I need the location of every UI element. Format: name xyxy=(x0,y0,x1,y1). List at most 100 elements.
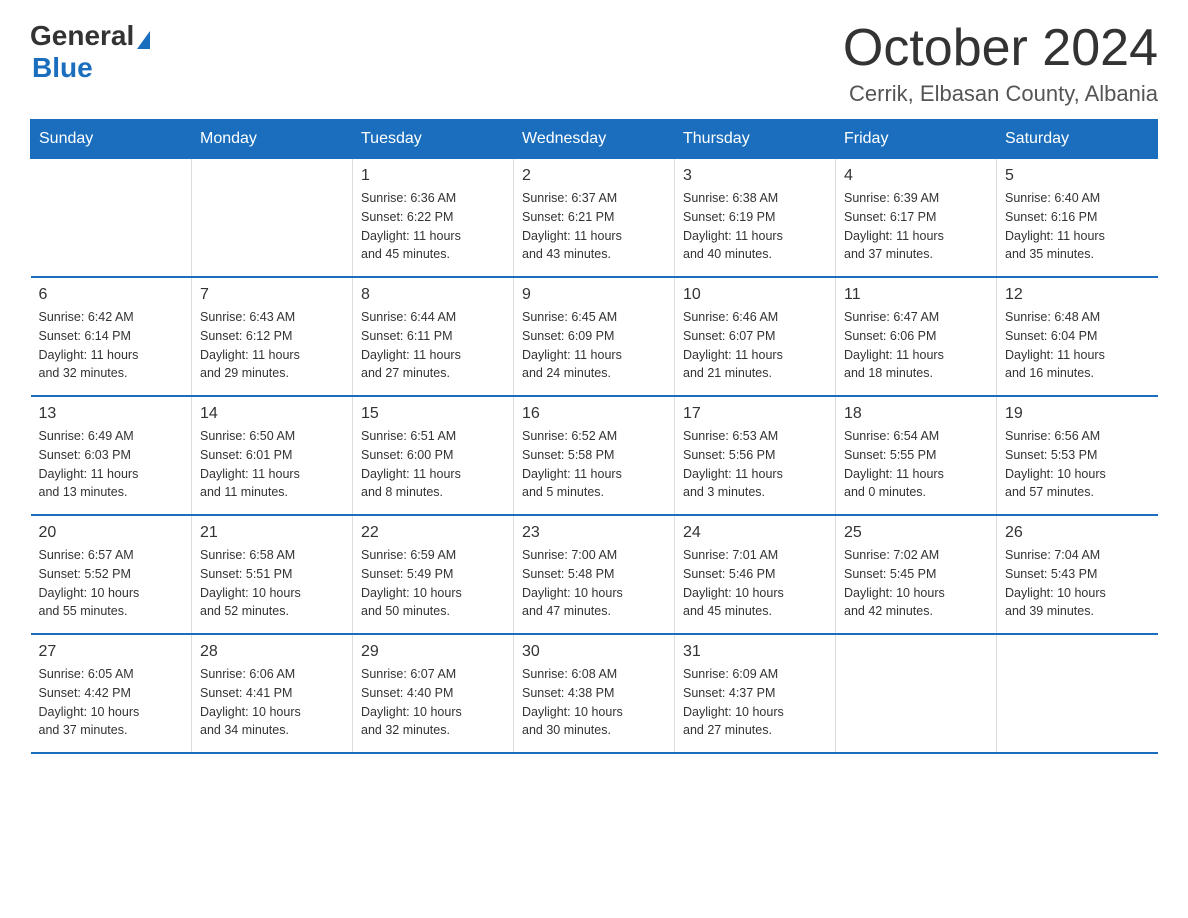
header-thursday: Thursday xyxy=(675,120,836,159)
day-info: Sunrise: 6:44 AMSunset: 6:11 PMDaylight:… xyxy=(361,308,505,383)
day-info: Sunrise: 7:02 AMSunset: 5:45 PMDaylight:… xyxy=(844,546,988,621)
logo: General Blue xyxy=(30,20,150,84)
calendar-cell: 16 Sunrise: 6:52 AMSunset: 5:58 PMDayligh… xyxy=(514,396,675,515)
day-number: 5 xyxy=(1005,167,1150,185)
logo-general-text: General xyxy=(30,20,134,52)
header-tuesday: Tuesday xyxy=(353,120,514,159)
day-number: 20 xyxy=(39,524,184,542)
day-number: 27 xyxy=(39,643,184,661)
day-number: 26 xyxy=(1005,524,1150,542)
calendar-header: SundayMondayTuesdayWednesdayThursdayFrid… xyxy=(31,120,1158,159)
calendar-cell: 28Sunrise: 6:06 AMSunset: 4:41 PMDayligh… xyxy=(192,634,353,753)
calendar-cell: 18Sunrise: 6:54 AMSunset: 5:55 PMDayligh… xyxy=(836,396,997,515)
day-info: Sunrise: 7:00 AMSunset: 5:48 PMDaylight:… xyxy=(522,546,666,621)
week-row-5: 27 Sunrise: 6:05 AMSunset: 4:42 PMDayligh… xyxy=(31,634,1158,753)
week-row-4: 20 Sunrise: 6:57 AMSunset: 5:52 PMDayligh… xyxy=(31,515,1158,634)
day-number: 25 xyxy=(844,524,988,542)
calendar-cell: 22 Sunrise: 6:59 AMSunset: 5:49 PMDayligh… xyxy=(353,515,514,634)
logo-blue-text: Blue xyxy=(32,52,93,84)
calendar-cell: 15 Sunrise: 6:51 AMSunset: 6:00 PMDayligh… xyxy=(353,396,514,515)
day-info: Sunrise: 6:45 AMSunset: 6:09 PMDaylight:… xyxy=(522,308,666,383)
calendar-cell: 4 Sunrise: 6:39 AMSunset: 6:17 PMDaylight… xyxy=(836,159,997,278)
day-info: Sunrise: 7:04 AMSunset: 5:43 PMDaylight:… xyxy=(1005,546,1150,621)
day-info: Sunrise: 6:46 AMSunset: 6:07 PMDaylight:… xyxy=(683,308,827,383)
calendar-cell xyxy=(31,159,192,278)
calendar-cell: 29 Sunrise: 6:07 AMSunset: 4:40 PMDayligh… xyxy=(353,634,514,753)
day-info: Sunrise: 6:49 AMSunset: 6:03 PMDaylight:… xyxy=(39,427,184,502)
days-of-week-row: SundayMondayTuesdayWednesdayThursdayFrid… xyxy=(31,120,1158,159)
logo-triangle-icon xyxy=(137,31,150,49)
day-number: 23 xyxy=(522,524,666,542)
calendar-cell: 12 Sunrise: 6:48 AMSunset: 6:04 PMDayligh… xyxy=(997,277,1158,396)
day-number: 12 xyxy=(1005,286,1150,304)
calendar-cell: 2Sunrise: 6:37 AMSunset: 6:21 PMDaylight… xyxy=(514,159,675,278)
calendar-cell: 10 Sunrise: 6:46 AMSunset: 6:07 PMDayligh… xyxy=(675,277,836,396)
calendar-cell: 5 Sunrise: 6:40 AMSunset: 6:16 PMDaylight… xyxy=(997,159,1158,278)
day-info: Sunrise: 6:40 AMSunset: 6:16 PMDaylight:… xyxy=(1005,189,1150,264)
calendar-cell: 25 Sunrise: 7:02 AMSunset: 5:45 PMDayligh… xyxy=(836,515,997,634)
calendar-table: SundayMondayTuesdayWednesdayThursdayFrid… xyxy=(30,119,1158,754)
day-info: Sunrise: 6:48 AMSunset: 6:04 PMDaylight:… xyxy=(1005,308,1150,383)
header-friday: Friday xyxy=(836,120,997,159)
calendar-cell: 6Sunrise: 6:42 AMSunset: 6:14 PMDaylight… xyxy=(31,277,192,396)
day-number: 19 xyxy=(1005,405,1150,423)
day-number: 4 xyxy=(844,167,988,185)
day-info: Sunrise: 6:54 AMSunset: 5:55 PMDaylight:… xyxy=(844,427,988,502)
day-number: 9 xyxy=(522,286,666,304)
day-number: 31 xyxy=(683,643,827,661)
day-number: 10 xyxy=(683,286,827,304)
day-info: Sunrise: 6:56 AMSunset: 5:53 PMDaylight:… xyxy=(1005,427,1150,502)
day-number: 15 xyxy=(361,405,505,423)
calendar-cell xyxy=(836,634,997,753)
day-number: 13 xyxy=(39,405,184,423)
day-info: Sunrise: 6:39 AMSunset: 6:17 PMDaylight:… xyxy=(844,189,988,264)
day-number: 17 xyxy=(683,405,827,423)
main-title: October 2024 xyxy=(843,20,1158,77)
calendar-cell: 17Sunrise: 6:53 AMSunset: 5:56 PMDayligh… xyxy=(675,396,836,515)
week-row-2: 6Sunrise: 6:42 AMSunset: 6:14 PMDaylight… xyxy=(31,277,1158,396)
day-info: Sunrise: 6:05 AMSunset: 4:42 PMDaylight:… xyxy=(39,665,184,740)
day-number: 7 xyxy=(200,286,344,304)
calendar-cell: 8 Sunrise: 6:44 AMSunset: 6:11 PMDaylight… xyxy=(353,277,514,396)
calendar-cell: 14Sunrise: 6:50 AMSunset: 6:01 PMDayligh… xyxy=(192,396,353,515)
calendar-cell: 9 Sunrise: 6:45 AMSunset: 6:09 PMDaylight… xyxy=(514,277,675,396)
day-info: Sunrise: 6:37 AMSunset: 6:21 PMDaylight:… xyxy=(522,189,666,264)
calendar-cell: 1 Sunrise: 6:36 AMSunset: 6:22 PMDaylight… xyxy=(353,159,514,278)
day-info: Sunrise: 6:52 AMSunset: 5:58 PMDaylight:… xyxy=(522,427,666,502)
title-block: October 2024 Cerrik, Elbasan County, Alb… xyxy=(843,20,1158,107)
calendar-cell xyxy=(192,159,353,278)
day-number: 29 xyxy=(361,643,505,661)
calendar-cell: 3 Sunrise: 6:38 AMSunset: 6:19 PMDaylight… xyxy=(675,159,836,278)
calendar-cell: 20 Sunrise: 6:57 AMSunset: 5:52 PMDayligh… xyxy=(31,515,192,634)
calendar-cell: 19 Sunrise: 6:56 AMSunset: 5:53 PMDayligh… xyxy=(997,396,1158,515)
calendar-cell: 23 Sunrise: 7:00 AMSunset: 5:48 PMDayligh… xyxy=(514,515,675,634)
day-info: Sunrise: 6:59 AMSunset: 5:49 PMDaylight:… xyxy=(361,546,505,621)
calendar-cell: 11Sunrise: 6:47 AMSunset: 6:06 PMDayligh… xyxy=(836,277,997,396)
calendar-cell: 13 Sunrise: 6:49 AMSunset: 6:03 PMDayligh… xyxy=(31,396,192,515)
day-info: Sunrise: 6:50 AMSunset: 6:01 PMDaylight:… xyxy=(200,427,344,502)
day-info: Sunrise: 6:07 AMSunset: 4:40 PMDaylight:… xyxy=(361,665,505,740)
day-info: Sunrise: 6:51 AMSunset: 6:00 PMDaylight:… xyxy=(361,427,505,502)
calendar-cell xyxy=(997,634,1158,753)
day-info: Sunrise: 6:36 AMSunset: 6:22 PMDaylight:… xyxy=(361,189,505,264)
day-number: 1 xyxy=(361,167,505,185)
day-info: Sunrise: 7:01 AMSunset: 5:46 PMDaylight:… xyxy=(683,546,827,621)
day-info: Sunrise: 6:38 AMSunset: 6:19 PMDaylight:… xyxy=(683,189,827,264)
calendar-body: 1 Sunrise: 6:36 AMSunset: 6:22 PMDaylight… xyxy=(31,159,1158,754)
day-number: 16 xyxy=(522,405,666,423)
day-number: 22 xyxy=(361,524,505,542)
subtitle: Cerrik, Elbasan County, Albania xyxy=(843,81,1158,107)
week-row-3: 13 Sunrise: 6:49 AMSunset: 6:03 PMDayligh… xyxy=(31,396,1158,515)
day-number: 11 xyxy=(844,286,988,304)
calendar-cell: 21Sunrise: 6:58 AMSunset: 5:51 PMDayligh… xyxy=(192,515,353,634)
day-number: 3 xyxy=(683,167,827,185)
day-info: Sunrise: 6:43 AMSunset: 6:12 PMDaylight:… xyxy=(200,308,344,383)
day-number: 28 xyxy=(200,643,344,661)
calendar-cell: 31Sunrise: 6:09 AMSunset: 4:37 PMDayligh… xyxy=(675,634,836,753)
day-info: Sunrise: 6:57 AMSunset: 5:52 PMDaylight:… xyxy=(39,546,184,621)
day-number: 24 xyxy=(683,524,827,542)
calendar-cell: 27 Sunrise: 6:05 AMSunset: 4:42 PMDayligh… xyxy=(31,634,192,753)
day-info: Sunrise: 6:08 AMSunset: 4:38 PMDaylight:… xyxy=(522,665,666,740)
day-number: 8 xyxy=(361,286,505,304)
week-row-1: 1 Sunrise: 6:36 AMSunset: 6:22 PMDaylight… xyxy=(31,159,1158,278)
